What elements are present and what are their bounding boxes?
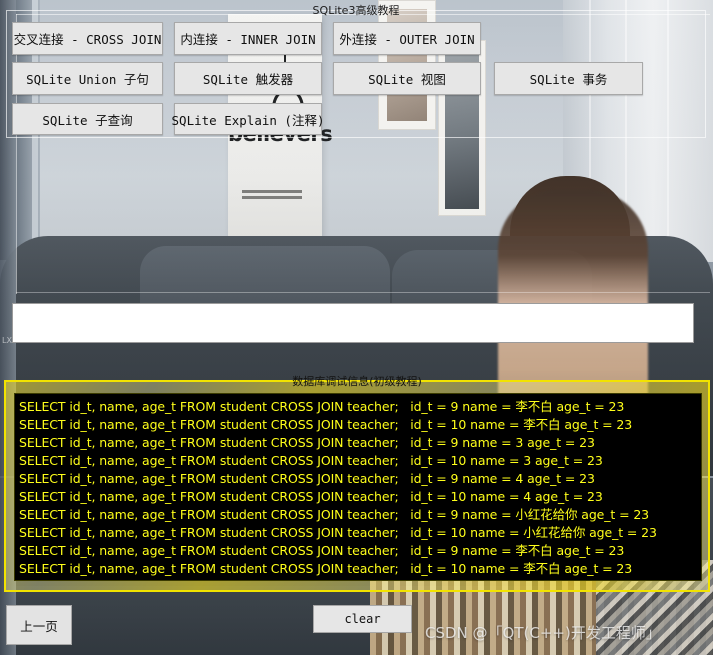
btn-union[interactable]: SQLite Union 子句 <box>12 62 163 95</box>
bg-guide-line <box>16 292 710 293</box>
corner-label: LX <box>2 336 12 345</box>
btn-cross-join[interactable]: 交叉连接 - CROSS JOIN <box>12 22 163 55</box>
btn-trigger[interactable]: SQLite 触发器 <box>174 62 322 95</box>
btn-subquery[interactable]: SQLite 子查询 <box>12 103 163 135</box>
debug-info-groupbox: 数据库调试信息(初级教程) SELECT id_t, name, age_t F… <box>4 373 710 592</box>
btn-explain[interactable]: SQLite Explain (注释) <box>172 103 324 135</box>
btn-view[interactable]: SQLite 视图 <box>333 62 481 95</box>
debug-log-line: SELECT id_t, name, age_t FROM student CR… <box>19 489 603 504</box>
debug-log-line: SELECT id_t, name, age_t FROM student CR… <box>19 399 625 414</box>
application-window: believers SQLite3高级教程 交叉连接 - CROSS JOIN内… <box>0 0 713 655</box>
sql-input-field[interactable] <box>12 303 694 343</box>
debug-info-groupbox-title: 数据库调试信息(初级教程) <box>284 373 430 389</box>
debug-log-line: SELECT id_t, name, age_t FROM student CR… <box>19 543 625 558</box>
btn-inner-join[interactable]: 内连接 - INNER JOIN <box>174 22 322 55</box>
debug-log-line: SELECT id_t, name, age_t FROM student CR… <box>19 435 595 450</box>
debug-log-line: SELECT id_t, name, age_t FROM student CR… <box>19 471 595 486</box>
debug-log-output[interactable]: SELECT id_t, name, age_t FROM student CR… <box>14 393 702 581</box>
debug-log-line: SELECT id_t, name, age_t FROM student CR… <box>19 417 633 432</box>
bg-poster-subtext <box>242 190 302 193</box>
clear-button[interactable]: clear <box>313 605 412 633</box>
btn-transaction[interactable]: SQLite 事务 <box>494 62 643 95</box>
btn-outer-join[interactable]: 外连接 - OUTER JOIN <box>333 22 481 55</box>
debug-log-line: SELECT id_t, name, age_t FROM student CR… <box>19 507 650 522</box>
debug-log-line: SELECT id_t, name, age_t FROM student CR… <box>19 525 657 540</box>
advanced-tutorial-groupbox-title: SQLite3高级教程 <box>312 4 400 17</box>
debug-log-line: SELECT id_t, name, age_t FROM student CR… <box>19 561 633 576</box>
debug-log-line: SELECT id_t, name, age_t FROM student CR… <box>19 453 603 468</box>
previous-page-button[interactable]: 上一页 <box>6 605 72 645</box>
